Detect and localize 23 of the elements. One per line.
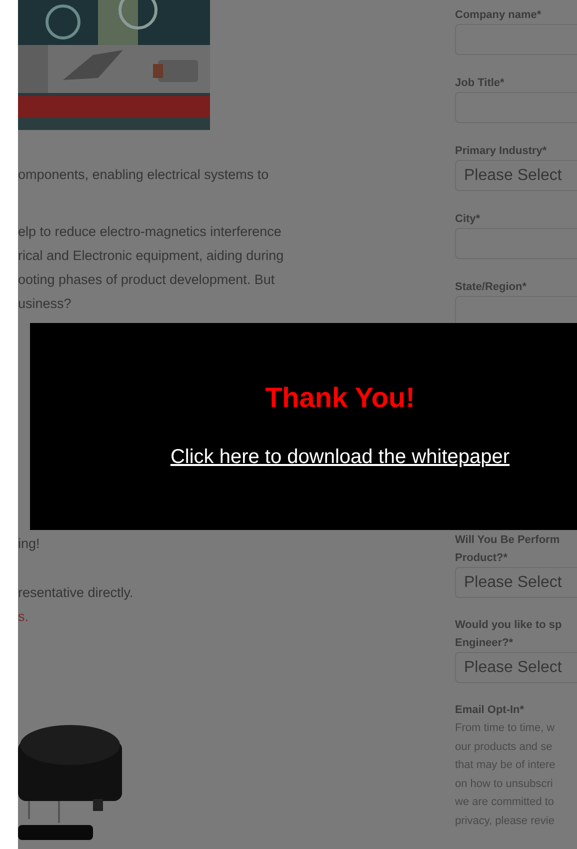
field-label: Product?* xyxy=(455,551,509,566)
paragraph-text: usiness? xyxy=(18,295,72,313)
field-label: Job Title* xyxy=(455,76,506,91)
select-field[interactable]: Please Select xyxy=(455,160,577,191)
field-label: Would you like to sp xyxy=(455,618,563,633)
paragraph-text: ing! xyxy=(18,535,41,553)
paragraph-text: resentative directly. xyxy=(18,584,134,602)
field-label: Engineer?* xyxy=(455,636,514,651)
field-label: Will You Be Perform xyxy=(455,533,561,548)
select-field[interactable]: Please Select xyxy=(455,567,577,598)
field-label: City* xyxy=(455,212,482,227)
field-label: Primary Industry* xyxy=(455,144,548,159)
download-link[interactable]: Click here to download the whitepaper xyxy=(170,445,510,469)
field-label: Email Opt-In* xyxy=(455,703,526,718)
text-link[interactable]: s. xyxy=(18,605,455,629)
paragraph-text: elp to reduce electro-magnetics interference xyxy=(18,223,282,241)
paragraph-text: omponents, enabling electrical systems to xyxy=(18,166,270,184)
field-label: State/Region* xyxy=(455,280,528,295)
paragraph-text: rical and Electronic equipment, aiding during xyxy=(18,247,285,265)
select-field[interactable]: Please Select xyxy=(455,652,577,683)
modal-title: Thank You! xyxy=(265,383,415,413)
field-label: Company name* xyxy=(455,8,542,23)
paragraph-text: ooting phases of product development. But xyxy=(18,271,276,289)
